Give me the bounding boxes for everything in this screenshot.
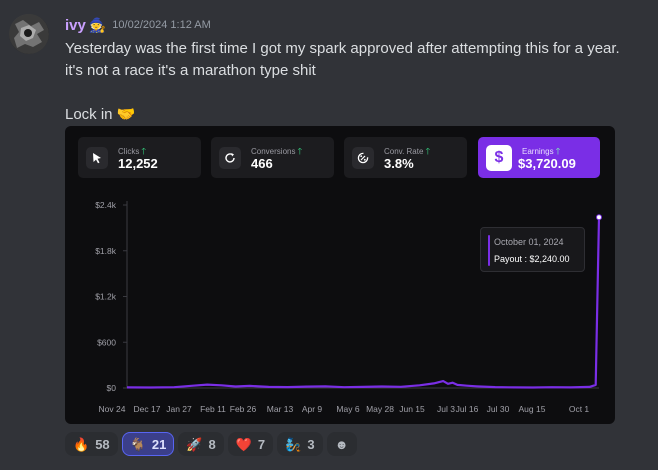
message-timestamp: 10/02/2024 1:12 AM: [112, 19, 211, 31]
reaction-genie[interactable]: 🧞 3: [277, 432, 323, 456]
x-tick-label: Apr 9: [302, 404, 323, 414]
username[interactable]: ivy: [65, 17, 86, 34]
x-tick-label: Feb 26: [230, 404, 257, 414]
reaction-count: 3: [307, 436, 315, 452]
x-tick-label: Jul 16: [456, 404, 479, 414]
message-line: Yesterday was the first time I got my sp…: [65, 40, 620, 57]
earnings-line-chart: $2.4k $1.8k $1.2k $600 $0 Nov 24 Dec 17 Jan 27 F…: [95, 200, 602, 414]
x-tick-label: Aug 15: [519, 404, 546, 414]
add-reaction-button[interactable]: ☻: [326, 432, 357, 456]
reaction-count: 58: [95, 436, 110, 452]
smile-plus-icon: ☻: [334, 436, 349, 452]
reaction-goat[interactable]: 🐐 21: [121, 432, 175, 456]
data-point-marker: [596, 214, 602, 221]
x-tick-label: Jul 3: [437, 404, 455, 414]
tooltip-accent-bar: [488, 235, 490, 266]
x-tick-label: May 6: [336, 404, 359, 414]
message-line: Lock in 🤝: [65, 106, 136, 123]
reaction-rocket[interactable]: 🚀 8: [178, 432, 224, 456]
reactions-bar: 🔥 58 🐐 21 🚀 8 ❤️ 7 🧞 3 ☻: [65, 431, 357, 457]
fire-emoji-icon: 🔥: [73, 436, 90, 452]
tooltip-payout: Payout : $2,240.00: [494, 254, 570, 264]
x-tick-label: Jan 27: [166, 404, 192, 414]
reaction-count: 21: [151, 436, 167, 452]
tooltip-date: October 01, 2024: [494, 237, 564, 247]
message-content: Yesterday was the first time I got my sp…: [65, 38, 655, 126]
dashboard-screenshot[interactable]: Clicks 🡑 12,252 Conversions 🡑 466 Conv. Ra…: [65, 126, 615, 424]
y-tick-label: $1.2k: [95, 292, 117, 302]
x-tick-label: Oct 1: [569, 404, 590, 414]
user-avatar[interactable]: [9, 14, 49, 54]
x-tick-label: Dec 17: [134, 404, 161, 414]
reaction-fire[interactable]: 🔥 58: [65, 432, 118, 456]
y-tick-label: $0: [107, 383, 117, 393]
chart-tooltip: October 01, 2024 Payout : $2,240.00: [480, 227, 585, 272]
reaction-heart[interactable]: ❤️ 7: [227, 432, 274, 456]
x-tick-label: Jul 30: [487, 404, 510, 414]
reaction-count: 7: [257, 436, 266, 452]
message-line: it's not a race it's a marathon type shi…: [65, 62, 316, 79]
x-tick-label: Jun 15: [399, 404, 425, 414]
reaction-count: 8: [208, 436, 216, 452]
message-line-blank: [65, 82, 655, 104]
x-tick-label: Mar 13: [267, 404, 294, 414]
y-tick-label: $600: [97, 337, 116, 347]
rocket-emoji-icon: 🚀: [186, 436, 203, 452]
role-emoji-icon: 🧙: [88, 17, 107, 33]
genie-emoji-icon: 🧞: [285, 436, 302, 452]
x-tick-label: May 28: [366, 404, 394, 414]
message-header: ivy 🧙 10/02/2024 1:12 AM: [65, 14, 211, 36]
x-tick-label: Nov 24: [99, 404, 126, 414]
goat-emoji-icon: 🐐: [129, 436, 146, 452]
y-tick-label: $1.8k: [95, 246, 117, 256]
heart-emoji-icon: ❤️: [235, 436, 252, 452]
chat-message: ivy 🧙 10/02/2024 1:12 AM Yesterday was t…: [0, 0, 658, 470]
y-tick-label: $2.4k: [95, 200, 117, 210]
x-tick-label: Feb 11: [200, 404, 226, 414]
